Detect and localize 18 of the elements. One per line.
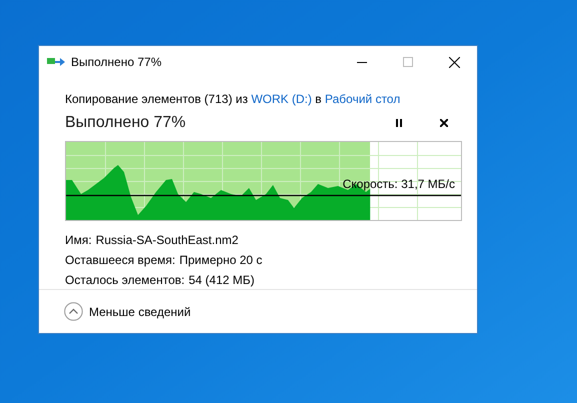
detail-value: Russia-SA-SouthEast.nm2 — [96, 232, 238, 249]
details-toggle[interactable]: Меньше сведений — [64, 302, 191, 321]
maximize-icon — [403, 57, 413, 67]
detail-label: Оставшееся время: — [65, 252, 176, 269]
speed-label: Скорость: 31,7 МБ/с — [342, 177, 455, 191]
location-link[interactable]: Рабочий стол — [324, 92, 400, 106]
copy-icon — [47, 56, 65, 68]
detail-value: 54 (412 МБ) — [188, 272, 255, 289]
pause-icon — [396, 119, 402, 127]
detail-label: Осталось элементов: — [65, 272, 185, 289]
detail-value: Примерно 20 с — [179, 252, 262, 269]
window-title: Выполнено 77% — [71, 54, 162, 71]
copy-description: Копирование элементов (713) из WORK (D:) в Рабочий стол — [65, 91, 402, 108]
close-icon — [440, 119, 448, 127]
close-icon — [448, 56, 460, 68]
detail-label: Имя: — [65, 232, 92, 249]
location-link[interactable]: WORK (D:) — [251, 92, 312, 106]
progress-status: Выполнено 77% — [65, 113, 186, 133]
